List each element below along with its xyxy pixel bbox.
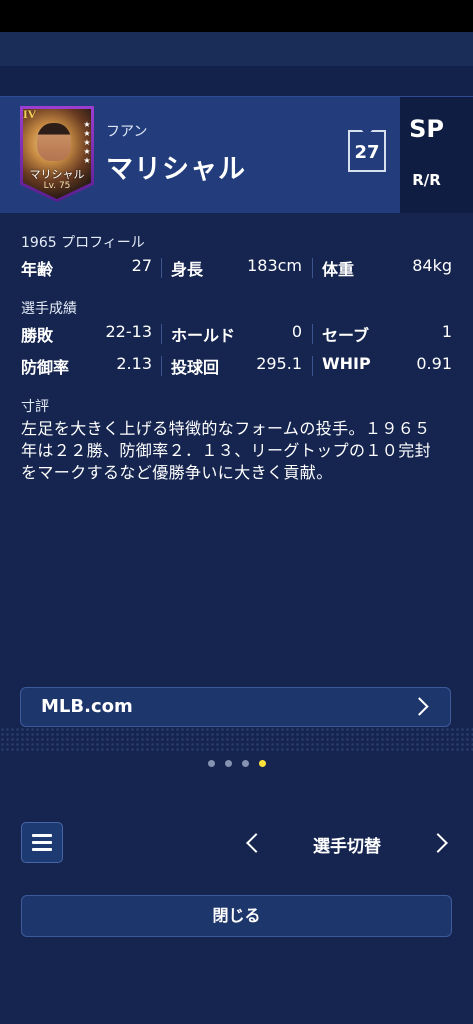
player-position: SP (409, 115, 444, 143)
weight-value: 84kg (412, 256, 452, 275)
page-dot-active[interactable] (259, 760, 266, 767)
stats-title: 選手成績 (21, 301, 77, 317)
holds-label: ホールド (171, 326, 236, 345)
player-card: IV ★ ★ ★ ★ ★ マリシャル Lv. 75 (20, 106, 94, 202)
holds-value: 0 (291, 322, 302, 341)
menu-button[interactable] (21, 822, 63, 863)
card-rank: IV (23, 107, 37, 121)
player-portrait (37, 123, 71, 161)
menu-icon (32, 834, 52, 837)
divider (161, 356, 162, 376)
profile-title: 1965 プロフィール (21, 235, 145, 251)
whip-value: 0.91 (416, 354, 452, 373)
era-value: 2.13 (116, 354, 152, 373)
star-icon: ★ ★ ★ ★ ★ (83, 120, 91, 165)
age-value: 27 (131, 256, 152, 275)
mlb-link-label: MLB.com (41, 696, 133, 717)
divider (161, 324, 162, 344)
close-button[interactable]: 閉じる (21, 895, 452, 937)
review-title: 寸評 (21, 399, 49, 415)
saves-value: 1 (441, 322, 452, 341)
page-dot[interactable] (225, 760, 232, 767)
next-player-button[interactable] (428, 833, 448, 853)
mlb-link-button[interactable]: MLB.com (20, 687, 451, 727)
innings-value: 295.1 (256, 354, 302, 373)
top-band (0, 32, 473, 66)
jersey-number: 27 (354, 142, 380, 163)
player-first-name: フアン (106, 124, 148, 140)
record-value: 22-13 (105, 322, 153, 341)
divider (312, 356, 313, 376)
band-gap (0, 66, 473, 96)
saves-label: セーブ (322, 326, 370, 345)
page-dot[interactable] (242, 760, 249, 767)
innings-label: 投球回 (171, 358, 220, 377)
divider (161, 258, 162, 278)
page-indicator (208, 760, 268, 768)
position-panel: SP R/R (400, 97, 473, 213)
age-label: 年齢 (21, 260, 54, 279)
record-label: 勝敗 (21, 326, 54, 345)
player-handedness: R/R (412, 171, 441, 189)
player-name: マリシャル (106, 154, 246, 185)
previous-player-button[interactable] (246, 833, 266, 853)
card-name: マリシャル (29, 168, 85, 181)
whip-label: WHIP (322, 354, 371, 373)
page-dot[interactable] (208, 760, 215, 767)
height-value: 183cm (247, 256, 302, 275)
status-bar (0, 0, 473, 32)
era-label: 防御率 (21, 358, 70, 377)
menu-icon (32, 848, 52, 851)
chevron-right-icon (410, 697, 429, 716)
review-text: 左足を大きく上げる特徴的なフォームの投手。１９６５年は２２勝、防御率２．１３、リ… (21, 419, 432, 482)
player-switch-label: 選手切替 (313, 837, 381, 857)
weight-label: 体重 (322, 260, 355, 279)
height-label: 身長 (171, 260, 204, 279)
menu-icon (32, 841, 52, 844)
player-header: IV ★ ★ ★ ★ ★ マリシャル Lv. 75 フアン マリシャル 27 SP R/… (0, 96, 473, 213)
divider (312, 324, 313, 344)
decorative-pattern (0, 727, 473, 752)
card-level: Lv. 75 (43, 181, 71, 191)
divider (312, 258, 313, 278)
